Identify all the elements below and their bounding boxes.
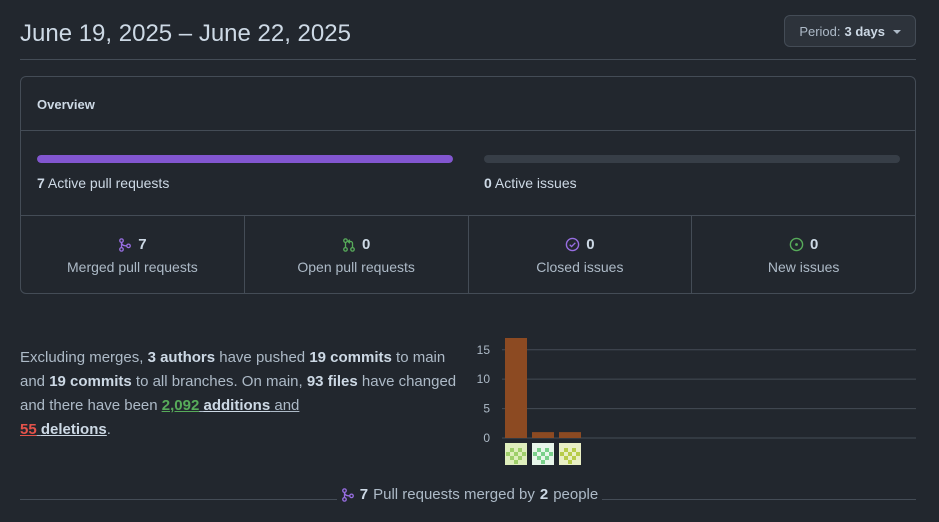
overview-panel: Overview 7 Active pull requests 0 Active…: [20, 76, 916, 294]
bar: [505, 338, 527, 438]
stat-new-issues[interactable]: 0 New issues: [692, 216, 915, 293]
active-prs-bar-fill: [37, 155, 453, 163]
additions-link[interactable]: 2,092 additions and: [162, 397, 300, 414]
stat-closed-issues[interactable]: 0 Closed issues: [469, 216, 693, 293]
stat-open-prs[interactable]: 0 Open pull requests: [245, 216, 469, 293]
header: June 19, 2025 – June 22, 2025 Period: 3 …: [20, 0, 916, 60]
git-merge-icon: [341, 487, 354, 502]
issue-closed-icon: [565, 237, 580, 252]
avatar-pixel: [506, 452, 510, 456]
merged-pr-count: 7: [359, 486, 369, 503]
commits-by-author-chart: 0 5 10 15: [477, 338, 916, 465]
active-prs-count: 7: [37, 175, 45, 191]
avatar-pixel: [549, 452, 553, 456]
avatar-pixel: [564, 448, 568, 452]
stat-merged-prs[interactable]: 7 Merged pull requests: [21, 216, 245, 293]
avatar-pixel: [568, 452, 572, 456]
files-changed: 93 files: [306, 373, 358, 390]
avatar-pixel: [572, 448, 576, 452]
bar: [559, 432, 581, 438]
avatar-pixel: [572, 456, 576, 460]
avatar-pixel: [568, 460, 572, 464]
avatar-pixel: [537, 448, 541, 452]
avatar-pixel: [518, 456, 522, 460]
active-issues-label: 0 Active issues: [484, 175, 577, 191]
period-dropdown-button[interactable]: Period: 3 days: [784, 15, 916, 47]
avatar-pixel: [537, 456, 541, 460]
overview-bars: 7 Active pull requests 0 Active issues: [21, 131, 915, 216]
authors-count: 3 authors: [147, 349, 216, 366]
caret-down-icon: [893, 30, 901, 34]
avatar-pixel: [518, 448, 522, 452]
active-prs-bar: [37, 155, 453, 163]
avatar-pixel: [564, 456, 568, 460]
avatar-pixel: [545, 456, 549, 460]
footer-summary: 7 Pull requests merged by 2 people: [0, 486, 939, 506]
avatar-pixel: [533, 452, 537, 456]
git-pull-request-icon: [343, 237, 355, 252]
commits-all: 19 commits: [49, 373, 132, 390]
avatar-pixel: [541, 452, 545, 456]
active-issues-count: 0: [484, 175, 492, 191]
active-prs-label: 7 Active pull requests: [37, 175, 170, 191]
active-prs-block[interactable]: 7 Active pull requests: [37, 155, 453, 191]
bar: [532, 432, 554, 438]
avatar-pixel: [522, 452, 526, 456]
avatar-pixel: [510, 448, 514, 452]
y-tick-label: 5: [483, 402, 490, 416]
y-tick-label: 0: [483, 431, 490, 445]
active-issues-bar: [484, 155, 900, 163]
avatar-pixel: [560, 452, 564, 456]
y-tick-label: 15: [477, 343, 491, 357]
git-merge-icon: [119, 237, 132, 252]
period-value: 3 days: [844, 23, 885, 39]
issue-opened-icon: [789, 237, 804, 252]
avatar-pixel: [510, 456, 514, 460]
y-tick-label: 10: [477, 372, 491, 386]
overview-title: Overview: [21, 77, 915, 131]
active-issues-block[interactable]: 0 Active issues: [484, 155, 900, 191]
commits-main: 19 commits: [309, 349, 392, 366]
avatar-pixel: [514, 460, 518, 464]
period-label: Period:: [799, 23, 841, 39]
avatar-pixel: [541, 460, 545, 464]
overview-stats: 7 Merged pull requests 0 Open pull reque…: [21, 216, 915, 293]
commit-summary: Excluding merges, 3 authors have pushed …: [20, 349, 457, 438]
avatar-pixel: [545, 448, 549, 452]
avatar-pixel: [576, 452, 580, 456]
avatar-pixel: [514, 452, 518, 456]
people-count: 2: [539, 486, 549, 503]
deletions-link[interactable]: 55 deletions: [20, 421, 107, 438]
date-range-title: June 19, 2025 – June 22, 2025: [20, 20, 351, 47]
